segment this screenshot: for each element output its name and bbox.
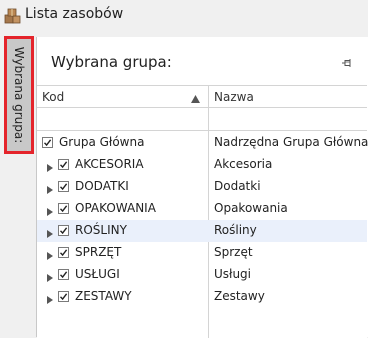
- row-checkbox[interactable]: [58, 247, 69, 258]
- filter-nazwa-input[interactable]: [209, 108, 367, 130]
- row-kod: SPRZĘT: [75, 245, 122, 259]
- expand-arrow-icon[interactable]: [47, 249, 53, 260]
- expand-arrow-icon[interactable]: [47, 183, 53, 194]
- expand-arrow-icon[interactable]: [47, 205, 53, 216]
- row-nazwa: Nadrzędna Grupa Główna: [214, 135, 368, 149]
- row-nazwa: Zestawy: [214, 289, 265, 303]
- sort-ascending-icon[interactable]: [191, 92, 200, 103]
- tree-row[interactable]: SPRZĘT Sprzęt: [37, 242, 367, 264]
- group-panel: Wybrana grupa: Kod Nazwa Grupa Główna Nad…: [36, 37, 368, 338]
- row-kod: OPAKOWANIA: [75, 201, 156, 215]
- side-tab-wybrana-grupa[interactable]: Wybrana grupa:: [4, 36, 34, 154]
- tree-row[interactable]: USŁUGI Usługi: [37, 264, 367, 286]
- group-tree-grid: Kod Nazwa Grupa Główna Nadrzędna Grupa Gł…: [37, 85, 368, 338]
- expand-arrow-icon[interactable]: [47, 293, 53, 304]
- tree-row[interactable]: AKCESORIA Akcesoria: [37, 154, 367, 176]
- window-title: Lista zasobów: [25, 6, 124, 22]
- row-nazwa: Akcesoria: [214, 157, 273, 171]
- row-checkbox[interactable]: [58, 181, 69, 192]
- row-nazwa: Opakowania: [214, 201, 288, 215]
- row-checkbox[interactable]: [58, 225, 69, 236]
- row-kod: ROŚLINY: [75, 223, 127, 237]
- row-nazwa: Rośliny: [214, 223, 257, 237]
- boxes-icon: [4, 7, 22, 25]
- row-checkbox[interactable]: [58, 291, 69, 302]
- expand-arrow-icon[interactable]: [47, 271, 53, 282]
- tree-row[interactable]: Grupa Główna Nadrzędna Grupa Główna: [37, 132, 368, 154]
- panel-title: Wybrana grupa:: [51, 53, 172, 71]
- row-kod: USŁUGI: [75, 267, 120, 281]
- row-kod: ZESTAWY: [75, 289, 132, 303]
- row-checkbox[interactable]: [42, 137, 53, 148]
- filter-row: [37, 108, 367, 131]
- row-kod: Grupa Główna: [59, 135, 145, 149]
- tree-row[interactable]: ROŚLINY Rośliny: [37, 220, 367, 242]
- row-checkbox[interactable]: [58, 203, 69, 214]
- row-nazwa: Usługi: [214, 267, 252, 281]
- pin-icon[interactable]: [341, 57, 353, 69]
- tree-row[interactable]: ZESTAWY Zestawy: [37, 286, 367, 308]
- side-tab-label: Wybrana grupa:: [12, 46, 26, 144]
- filter-kod-input[interactable]: [37, 108, 208, 130]
- grid-header: Kod Nazwa: [37, 86, 367, 108]
- row-nazwa: Dodatki: [214, 179, 261, 193]
- tree-row[interactable]: OPAKOWANIA Opakowania: [37, 198, 367, 220]
- column-header-nazwa[interactable]: Nazwa: [214, 90, 254, 104]
- tree-row[interactable]: DODATKI Dodatki: [37, 176, 367, 198]
- row-kod: DODATKI: [75, 179, 129, 193]
- window-title-bar: Lista zasobów: [0, 0, 368, 30]
- expand-arrow-icon[interactable]: [47, 227, 53, 238]
- row-checkbox[interactable]: [58, 159, 69, 170]
- column-header-kod[interactable]: Kod: [42, 90, 64, 104]
- row-checkbox[interactable]: [58, 269, 69, 280]
- row-kod: AKCESORIA: [75, 157, 144, 171]
- row-nazwa: Sprzęt: [214, 245, 253, 259]
- expand-arrow-icon[interactable]: [47, 161, 53, 172]
